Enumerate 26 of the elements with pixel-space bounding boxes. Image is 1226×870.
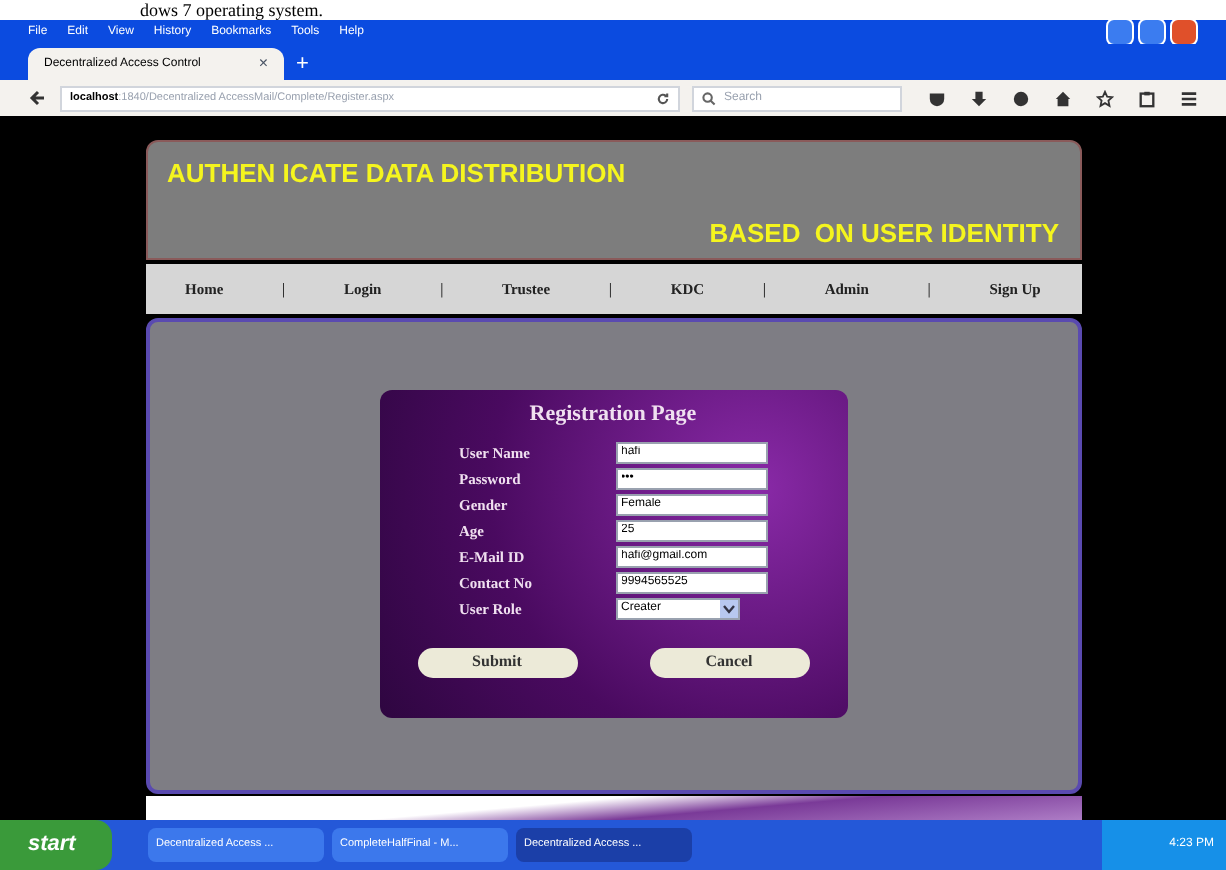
nav-separator: | <box>762 277 766 301</box>
pocket-icon[interactable] <box>928 89 946 107</box>
maximize-button[interactable] <box>1138 18 1166 46</box>
dropdown-arrow-icon <box>719 599 737 617</box>
nav-separator: | <box>440 277 444 301</box>
close-button[interactable] <box>1170 18 1198 46</box>
menu-icon[interactable] <box>1180 89 1198 107</box>
form-button[interactable]: Cancel <box>649 647 809 677</box>
new-tab-button[interactable]: + <box>296 48 309 80</box>
nav-separator: | <box>927 277 931 301</box>
nav-separator: | <box>608 277 613 301</box>
form-button[interactable]: Submit <box>417 647 577 677</box>
search-icon <box>702 91 716 105</box>
tab-close[interactable]: × <box>258 52 268 76</box>
back-icon[interactable] <box>28 88 48 108</box>
document-text: dows 7 operating system. <box>140 0 323 20</box>
minimize-button[interactable] <box>1106 18 1134 46</box>
download-icon[interactable] <box>970 89 988 107</box>
header-title: AUTHEN ICATE DATA DISTRIBUTION <box>167 156 628 192</box>
star-icon[interactable] <box>1096 89 1114 107</box>
header-subtitle: BASED ON USER IDENTITY <box>709 215 1059 251</box>
home-icon[interactable] <box>1054 89 1072 107</box>
start-button[interactable]: start <box>0 820 112 870</box>
nav-separator: | <box>282 277 286 301</box>
reload-icon[interactable] <box>656 91 670 105</box>
form-title: Registration Page <box>529 400 697 430</box>
